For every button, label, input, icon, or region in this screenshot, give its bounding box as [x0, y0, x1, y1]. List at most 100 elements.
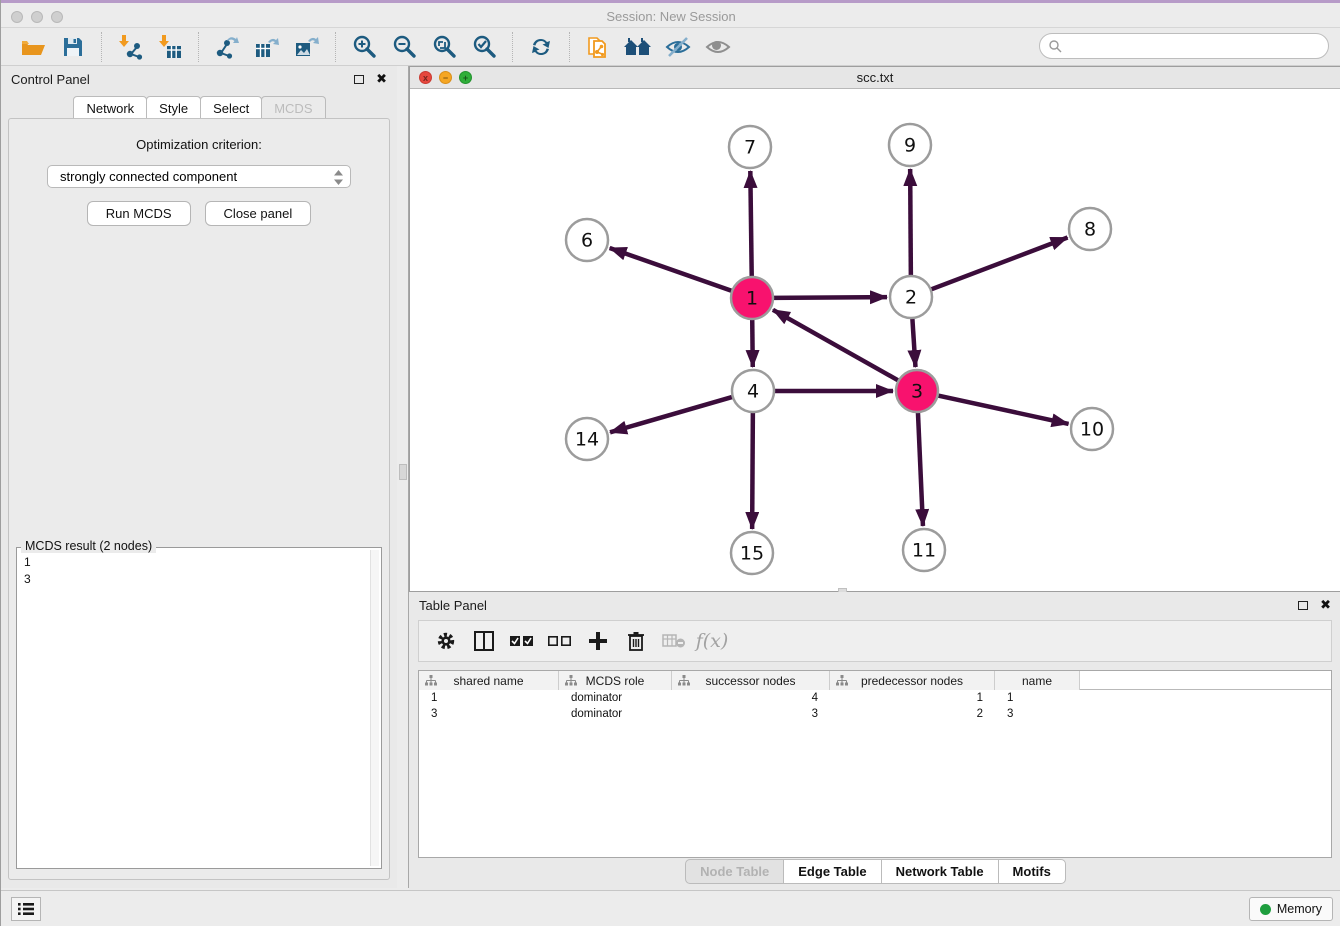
node-label-6: 6 [581, 230, 593, 252]
column-browser-icon[interactable] [469, 626, 499, 656]
cell[interactable]: 3 [672, 706, 830, 722]
edge-2-3[interactable] [912, 318, 915, 367]
edge-3-11[interactable] [918, 412, 923, 526]
column-header-MCDS-role[interactable]: MCDS role [559, 671, 672, 690]
deselect-checkboxes-icon[interactable] [545, 626, 575, 656]
node-label-14: 14 [575, 429, 599, 451]
cell[interactable]: 4 [672, 690, 830, 706]
export-table-icon[interactable] [250, 32, 284, 62]
tab-select[interactable]: Select [200, 96, 262, 120]
tab-mcds[interactable]: MCDS [261, 96, 325, 120]
home-icon[interactable] [621, 32, 655, 62]
table-row[interactable]: 1dominator411 [419, 690, 1331, 706]
column-header-predecessor-nodes[interactable]: predecessor nodes [830, 671, 995, 690]
column-header-successor-nodes[interactable]: successor nodes [672, 671, 830, 690]
zoom-fit-icon[interactable] [427, 32, 461, 62]
cell[interactable]: 1 [995, 690, 1080, 706]
cell[interactable]: 1 [419, 690, 559, 706]
edge-4-14[interactable] [610, 397, 733, 433]
tab-node-table[interactable]: Node Table [685, 859, 784, 884]
search-field[interactable] [1039, 33, 1329, 59]
column-header-name[interactable]: name [995, 671, 1080, 690]
refresh-view-icon[interactable] [524, 32, 558, 62]
network-window-titlebar[interactable]: x − + scc.txt [410, 67, 1340, 89]
function-builder-icon[interactable]: f(x) [697, 626, 727, 656]
toolbar-separator [198, 32, 199, 62]
vertical-splitter[interactable] [397, 66, 409, 888]
node-table[interactable]: shared nameMCDS rolesuccessor nodesprede… [418, 670, 1332, 858]
run-mcds-button[interactable]: Run MCDS [87, 201, 191, 226]
zoom-out-icon[interactable] [387, 32, 421, 62]
memory-label: Memory [1277, 902, 1322, 916]
cell[interactable]: 2 [830, 706, 995, 722]
tab-network-table[interactable]: Network Table [881, 859, 999, 884]
cell[interactable]: 3 [419, 706, 559, 722]
control-panel: Control Panel ✖ NetworkStyleSelectMCDS O… [1, 66, 397, 888]
edge-1-6[interactable] [610, 248, 733, 291]
node-label-15: 15 [740, 543, 764, 565]
search-input[interactable] [1062, 36, 1328, 56]
add-column-icon[interactable] [583, 626, 613, 656]
import-network-icon[interactable] [113, 32, 147, 62]
zoom-selected-icon[interactable] [467, 32, 501, 62]
network-canvas[interactable]: 7968124314101511 [410, 89, 1340, 591]
main-toolbar [1, 28, 1340, 66]
tab-edge-table[interactable]: Edge Table [783, 859, 881, 884]
tab-motifs[interactable]: Motifs [998, 859, 1066, 884]
control-panel-tabs: NetworkStyleSelectMCDS [1, 96, 397, 120]
table-row[interactable]: 3dominator323 [419, 706, 1331, 722]
control-panel-title: Control Panel [11, 72, 90, 87]
edge-4-15[interactable] [752, 412, 753, 529]
cell[interactable]: 1 [830, 690, 995, 706]
edge-2-8[interactable] [931, 238, 1068, 290]
edge-1-4[interactable] [752, 319, 753, 367]
close-panel-icon[interactable]: ✖ [376, 71, 387, 87]
mcds-result-item: 1 [24, 554, 364, 571]
edge-2-9[interactable] [910, 169, 911, 276]
network-zoom-icon[interactable]: + [459, 71, 472, 84]
tab-network[interactable]: Network [73, 96, 147, 120]
result-scrollbar[interactable] [370, 550, 379, 866]
select-stepper-icon [333, 169, 344, 189]
edge-3-10[interactable] [938, 395, 1069, 423]
memory-button[interactable]: Memory [1249, 897, 1333, 921]
edge-3-1[interactable] [773, 310, 899, 381]
cell[interactable]: dominator [559, 690, 672, 706]
float-panel-icon[interactable] [354, 75, 364, 84]
select-all-checkboxes-icon[interactable] [507, 626, 537, 656]
table-body: 1dominator4113dominator323 [419, 690, 1331, 722]
hide-eye-icon[interactable] [661, 32, 695, 62]
close-table-panel-icon[interactable]: ✖ [1320, 597, 1331, 613]
save-session-icon[interactable] [56, 32, 90, 62]
delete-column-icon[interactable] [621, 626, 651, 656]
clone-network-icon[interactable] [581, 32, 615, 62]
window-title: Session: New Session [1, 9, 1340, 24]
network-minimize-icon[interactable]: − [439, 71, 452, 84]
edge-1-2[interactable] [773, 297, 887, 298]
node-label-9: 9 [904, 135, 916, 157]
splitter-grip[interactable] [399, 464, 407, 480]
float-table-panel-icon[interactable] [1298, 601, 1308, 610]
optimization-criterion-label: Optimization criterion: [9, 137, 389, 152]
optimization-criterion-select[interactable]: strongly connected component [47, 165, 351, 188]
close-panel-button[interactable]: Close panel [205, 201, 312, 226]
open-session-icon[interactable] [16, 32, 50, 62]
export-network-icon[interactable] [210, 32, 244, 62]
cell[interactable]: dominator [559, 706, 672, 722]
export-image-icon[interactable] [290, 32, 324, 62]
settings-gear-icon[interactable] [431, 626, 461, 656]
tab-style[interactable]: Style [146, 96, 201, 120]
delete-table-icon[interactable] [659, 626, 689, 656]
edge-1-7[interactable] [750, 171, 751, 277]
list-icon [17, 902, 35, 916]
zoom-in-icon[interactable] [347, 32, 381, 62]
node-label-2: 2 [905, 287, 917, 309]
network-close-icon[interactable]: x [419, 71, 432, 84]
eye-icon[interactable] [701, 32, 735, 62]
task-history-button[interactable] [11, 897, 41, 921]
cell[interactable]: 3 [995, 706, 1080, 722]
import-table-icon[interactable] [153, 32, 187, 62]
mcds-result-groupbox: MCDS result (2 nodes) 13 [16, 547, 382, 869]
network-window-title: scc.txt [410, 67, 1340, 89]
column-header-shared-name[interactable]: shared name [419, 671, 559, 690]
